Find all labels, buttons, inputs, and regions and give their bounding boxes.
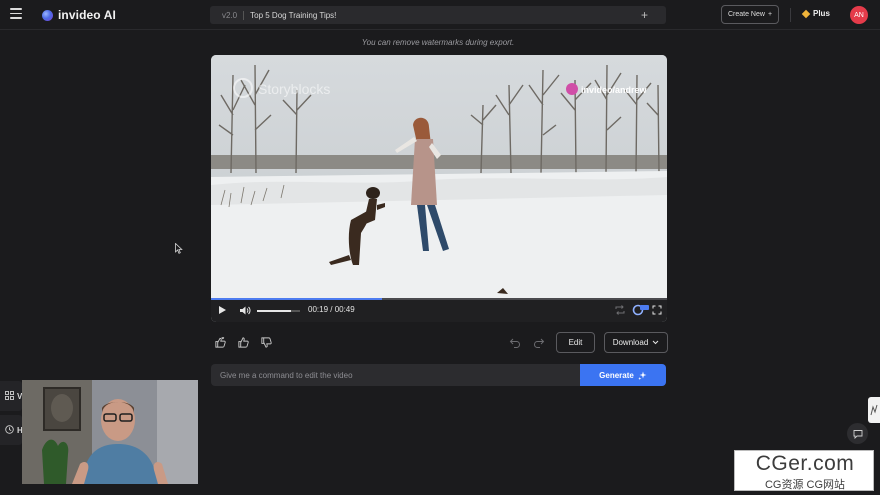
- history-controls: [509, 337, 545, 349]
- invideo-logo-icon: [42, 9, 53, 21]
- hd-quality-icon[interactable]: [632, 304, 650, 316]
- user-avatar[interactable]: AN: [850, 6, 868, 24]
- volume-slider[interactable]: [257, 310, 300, 312]
- site-domain: CGer.com: [755, 452, 855, 475]
- generate-button[interactable]: Generate: [580, 364, 666, 386]
- webcam-feed: [22, 380, 198, 484]
- chat-button[interactable]: [847, 423, 868, 444]
- progress-bar[interactable]: [211, 298, 667, 300]
- download-label: Download: [612, 338, 649, 347]
- create-new-button[interactable]: Create New +: [721, 5, 779, 24]
- plan-label: Plus: [813, 9, 830, 18]
- thumbs-down-icon[interactable]: [260, 336, 273, 349]
- create-new-label: Create New: [727, 11, 765, 18]
- cursor-icon: [175, 241, 183, 254]
- create-plus-icon: +: [767, 11, 773, 18]
- side-panel-handle[interactable]: [868, 397, 880, 423]
- plus-icon[interactable]: +: [641, 8, 648, 22]
- brand-logo[interactable]: invideo AI: [42, 8, 116, 22]
- storyblocks-watermark: Storyblocks: [258, 81, 330, 97]
- command-input[interactable]: [211, 364, 580, 386]
- volume-icon[interactable]: [239, 305, 251, 316]
- title-separator: [243, 10, 245, 20]
- video-player[interactable]: Storyblocks invideo/andrew 00:19 / 00:49: [211, 55, 667, 322]
- top-bar: invideo AI v2.0 Top 5 Dog Training Tips!…: [0, 0, 880, 30]
- diamond-icon: [801, 9, 811, 18]
- play-icon[interactable]: [219, 306, 226, 314]
- version-label: v2.0: [222, 10, 238, 20]
- generate-label: Generate: [599, 370, 634, 380]
- clock-icon: [5, 425, 14, 434]
- chevron-down-icon: [652, 340, 659, 345]
- feedback-group: [214, 336, 273, 349]
- project-title: Top 5 Dog Training Tips!: [250, 10, 337, 20]
- header-divider: [790, 8, 791, 22]
- side-tab-history[interactable]: H: [0, 415, 23, 445]
- video-controls: 00:19 / 00:49: [211, 298, 667, 322]
- undo-icon[interactable]: [509, 337, 521, 349]
- volume-fill: [257, 310, 291, 312]
- sparkle-icon: [638, 371, 647, 380]
- time-display: 00:19 / 00:49: [308, 305, 355, 314]
- watermark-notice: You can remove watermarks during export.: [361, 38, 515, 47]
- thumbs-up-icon[interactable]: [237, 336, 250, 349]
- chat-icon: [853, 429, 862, 439]
- fullscreen-icon[interactable]: [652, 305, 662, 315]
- channel-watermark: invideo/andrew: [581, 85, 648, 95]
- site-watermark-badge: CGer.com CG资源 CG网站: [734, 450, 874, 491]
- loop-icon[interactable]: [614, 304, 626, 316]
- webcam-overlay: [22, 380, 198, 484]
- edit-button[interactable]: Edit: [556, 332, 595, 353]
- chart-icon: [870, 404, 878, 416]
- progress-fill: [211, 298, 383, 300]
- video-frame: Storyblocks invideo/andrew: [211, 55, 667, 299]
- project-title-bar[interactable]: v2.0 Top 5 Dog Training Tips! +: [210, 6, 666, 24]
- brand-name: invideo AI: [58, 8, 116, 22]
- grid-icon: [5, 391, 14, 400]
- plan-badge[interactable]: Plus: [801, 9, 830, 18]
- redo-icon[interactable]: [533, 337, 545, 349]
- love-icon[interactable]: [214, 336, 227, 349]
- site-subtitle: CG资源 CG网站: [764, 479, 846, 491]
- side-tab-videos[interactable]: V: [0, 381, 22, 411]
- hamburger-menu-icon[interactable]: [10, 8, 22, 20]
- download-button[interactable]: Download: [604, 332, 668, 353]
